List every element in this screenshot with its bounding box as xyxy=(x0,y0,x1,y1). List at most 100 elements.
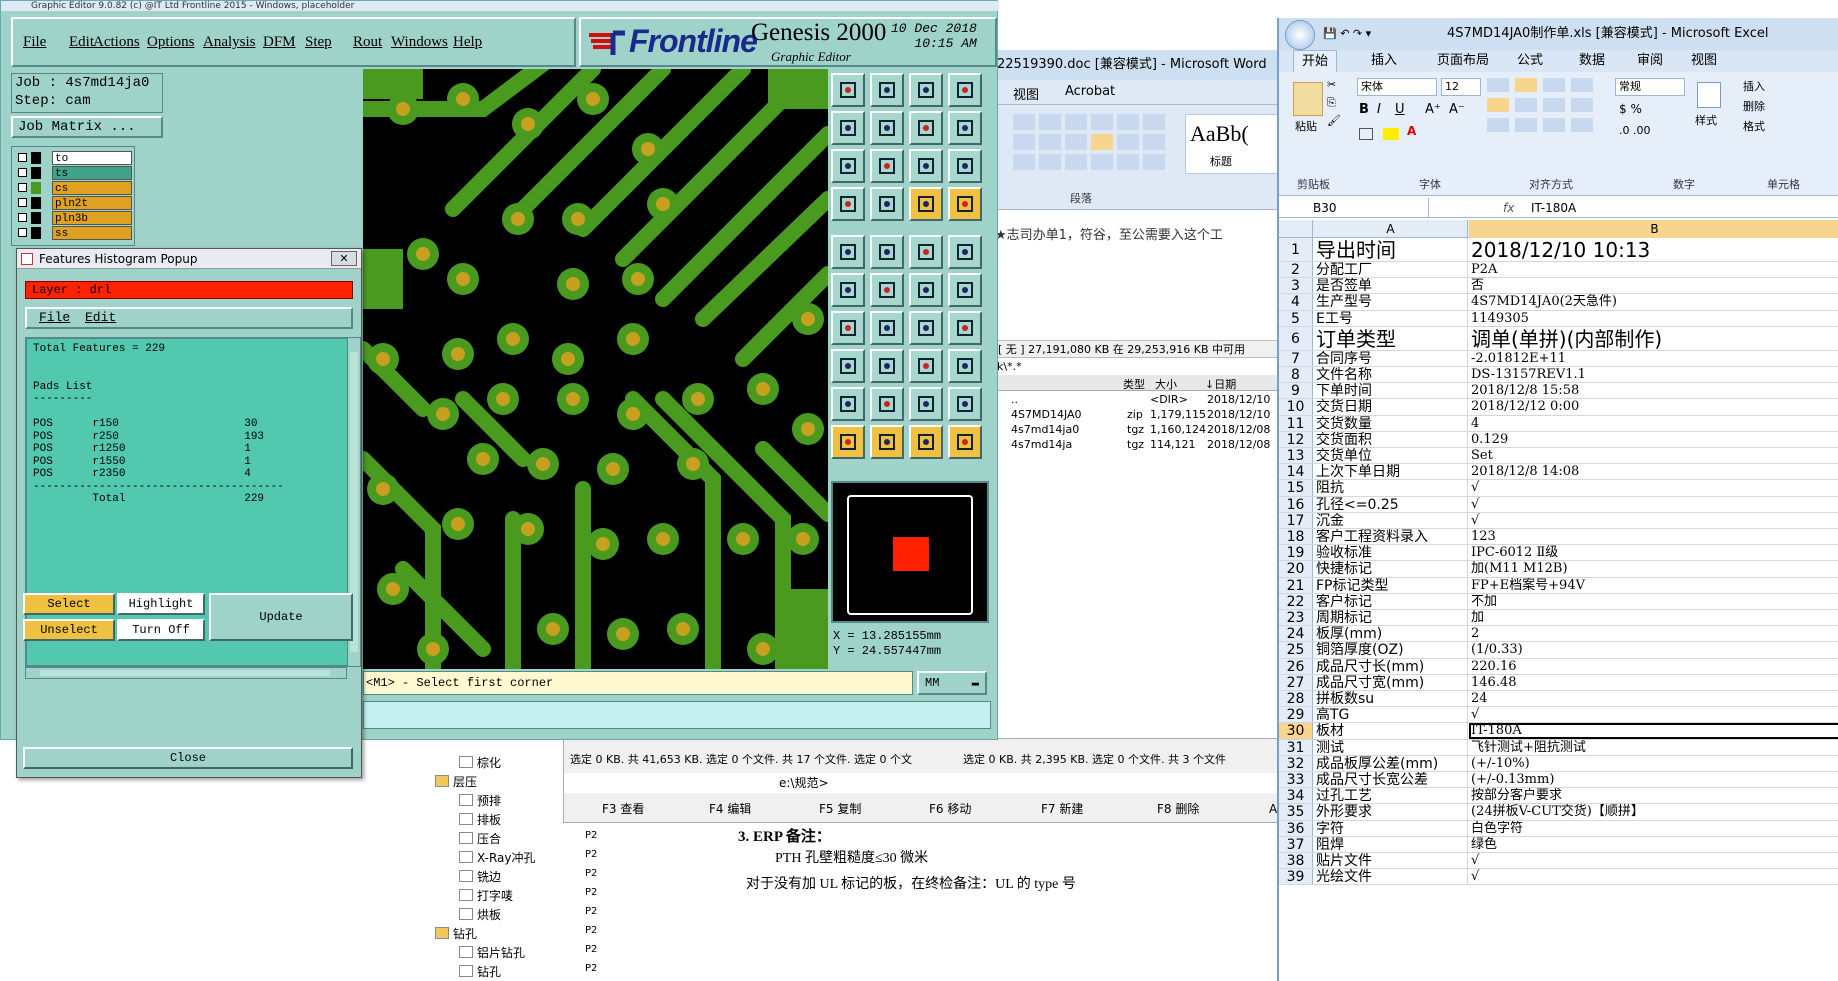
function-key[interactable]: F8 删除 xyxy=(1157,797,1199,821)
cell-b[interactable]: 绿色 xyxy=(1469,837,1838,852)
cell-a[interactable]: 快捷标记 xyxy=(1314,561,1468,577)
sheet-row[interactable]: 2 分配工厂 P2A xyxy=(1279,262,1838,279)
name-box[interactable]: B30 xyxy=(1283,198,1429,218)
row-number[interactable]: 36 xyxy=(1279,820,1313,836)
cell-b[interactable]: 4S7MD14JA0(2天急件) xyxy=(1469,294,1838,309)
cell-b[interactable]: 飞针测试+阻抗测试 xyxy=(1469,740,1838,755)
delete-cells-button[interactable]: 删除 xyxy=(1743,98,1765,114)
cell-a[interactable]: 高TG xyxy=(1314,707,1468,723)
select-button[interactable]: Select xyxy=(23,593,115,615)
command-line[interactable]: e:\规范> xyxy=(564,773,1294,793)
alignment-tools[interactable] xyxy=(1487,78,1607,140)
sheet-row[interactable]: 14 上次下单日期 2018/12/8 14:08 xyxy=(1279,464,1838,481)
cell-b[interactable]: 白色字符 xyxy=(1469,821,1838,836)
copy-icon[interactable]: ⎘ xyxy=(1327,96,1336,110)
highlight-button[interactable]: Highlight xyxy=(117,593,205,615)
cell-a[interactable]: 是否签单 xyxy=(1314,278,1468,294)
connect-icon[interactable] xyxy=(831,273,865,307)
cell-a[interactable]: 成品尺寸长(mm) xyxy=(1314,658,1468,674)
word-tab-view[interactable]: 视图 xyxy=(1013,84,1039,103)
font-color-icon[interactable]: A xyxy=(1407,124,1416,138)
sheet-row[interactable]: 20 快捷标记 加(M11 M12B) xyxy=(1279,561,1838,578)
overview-map[interactable] xyxy=(831,481,989,623)
rotate-icon[interactable] xyxy=(909,311,943,345)
cell-b[interactable]: 24 xyxy=(1469,691,1838,706)
sheet-row[interactable]: 39 光绘文件 √ xyxy=(1279,869,1838,886)
cut-icon[interactable]: ✂ xyxy=(1327,78,1336,91)
cell-b[interactable]: 调单(单拼)(内部制作) xyxy=(1469,327,1838,350)
cell-b[interactable]: 4 xyxy=(1469,416,1838,431)
function-key[interactable]: F7 新建 xyxy=(1041,797,1083,821)
sheet-row[interactable]: 29 高TG √ xyxy=(1279,707,1838,724)
add-pad-icon[interactable] xyxy=(831,349,865,383)
number-format-select[interactable]: 常规 xyxy=(1615,78,1685,96)
cell-a[interactable]: 合同序号 xyxy=(1314,350,1468,366)
pan-icon[interactable] xyxy=(909,111,943,145)
copy-icon[interactable] xyxy=(948,349,982,383)
layer-list[interactable]: to ts cs pln2t pln3b ss xyxy=(11,146,135,246)
layer-checkbox[interactable] xyxy=(18,183,27,192)
menu-actions[interactable]: Actions xyxy=(93,34,140,51)
triangle-d-icon[interactable] xyxy=(948,387,982,421)
cell-a[interactable]: 测试 xyxy=(1314,739,1468,755)
row-number[interactable]: 9 xyxy=(1279,383,1313,399)
cell-b[interactable]: 2018/12/8 15:58 xyxy=(1469,383,1838,398)
formula-value[interactable]: IT-180A xyxy=(1531,198,1576,218)
row-number[interactable]: 25 xyxy=(1279,642,1313,658)
row-number[interactable]: 33 xyxy=(1279,772,1313,788)
cell-a[interactable]: 下单时间 xyxy=(1314,383,1468,399)
cell-a[interactable]: 外形要求 xyxy=(1314,804,1468,820)
sheet-row[interactable]: 19 验收标准 IPC-6012 Ⅱ级 xyxy=(1279,545,1838,562)
cell-b[interactable]: (+/-0.13mm) xyxy=(1469,772,1838,787)
cursor-icon[interactable] xyxy=(831,425,865,459)
sheet-row[interactable]: 32 成品板厚公差(mm) (+/-10%) xyxy=(1279,755,1838,772)
cell-a[interactable]: 导出时间 xyxy=(1314,238,1468,261)
sheet-row[interactable]: 9 下单时间 2018/12/8 15:58 xyxy=(1279,383,1838,400)
pad-icon[interactable] xyxy=(831,235,865,269)
row-number[interactable]: 8 xyxy=(1279,367,1313,383)
row-number[interactable]: 14 xyxy=(1279,464,1313,480)
row-number[interactable]: 1 xyxy=(1279,238,1313,261)
formula-bar[interactable]: B30 fx IT-180A xyxy=(1279,198,1838,218)
outline-icon[interactable] xyxy=(870,235,904,269)
cell-b[interactable]: (1/0.33) xyxy=(1469,642,1838,657)
sheet-row[interactable]: 35 外形要求 (24拼板V-CUT交货)【顺拼】 xyxy=(1279,804,1838,821)
tree-item[interactable]: 烘板 P2 xyxy=(435,906,605,924)
measure-icon[interactable] xyxy=(831,187,865,221)
cell-a[interactable]: 成品尺寸长宽公差 xyxy=(1314,772,1468,788)
sheet-row[interactable]: 13 交货单位 Set xyxy=(1279,448,1838,465)
sheet-row[interactable]: 34 过孔工艺 按部分客户要求 xyxy=(1279,788,1838,805)
sheet-row[interactable]: 8 文件名称 DS-13157REV1.1 xyxy=(1279,367,1838,384)
sheet-row[interactable]: 37 阻焊 绿色 xyxy=(1279,836,1838,853)
underline-button[interactable]: U xyxy=(1395,102,1405,117)
sheet-row[interactable]: 24 板厚(mm) 2 xyxy=(1279,626,1838,643)
layer-name[interactable]: to xyxy=(52,151,132,165)
cell-a[interactable]: 验收标准 xyxy=(1314,545,1468,561)
styles-label[interactable]: 样式 xyxy=(1695,112,1717,128)
fill-color-icon[interactable] xyxy=(1383,128,1399,140)
menu-options[interactable]: Options xyxy=(147,34,195,51)
cell-a[interactable]: 板厚(mm) xyxy=(1314,626,1468,642)
hscroll-thumb[interactable] xyxy=(40,670,330,676)
cell-b[interactable]: 2018/12/12 0:00 xyxy=(1469,399,1838,414)
cell-a[interactable]: 交货数量 xyxy=(1314,415,1468,431)
row-number[interactable]: 17 xyxy=(1279,512,1313,528)
sheet-row[interactable]: 25 铜箔厚度(OZ) (1/0.33) xyxy=(1279,642,1838,659)
menu-help[interactable]: Help xyxy=(453,34,482,51)
popup-menu-file[interactable]: File xyxy=(39,309,70,327)
sheet-row[interactable]: 11 交货数量 4 xyxy=(1279,415,1838,432)
cell-a[interactable]: 阻焊 xyxy=(1314,836,1468,852)
file-row[interactable]: .. <DIR> 2018/12/10 xyxy=(995,393,1285,408)
cell-b[interactable]: DS-13157REV1.1 xyxy=(1469,367,1838,382)
view-window-marker[interactable] xyxy=(893,537,929,571)
open-icon[interactable] xyxy=(831,73,865,107)
cross-icon[interactable] xyxy=(870,273,904,307)
triangle-b-icon[interactable] xyxy=(870,387,904,421)
layer-row[interactable]: to xyxy=(16,151,134,165)
font-size-select[interactable]: 12 xyxy=(1441,78,1481,96)
layers-icon[interactable] xyxy=(909,187,943,221)
font-name-select[interactable]: 宋体 xyxy=(1357,78,1437,96)
slash-icon[interactable] xyxy=(870,311,904,345)
cell-b[interactable]: (+/-10%) xyxy=(1469,756,1838,771)
function-key[interactable]: F3 查看 xyxy=(602,797,644,821)
